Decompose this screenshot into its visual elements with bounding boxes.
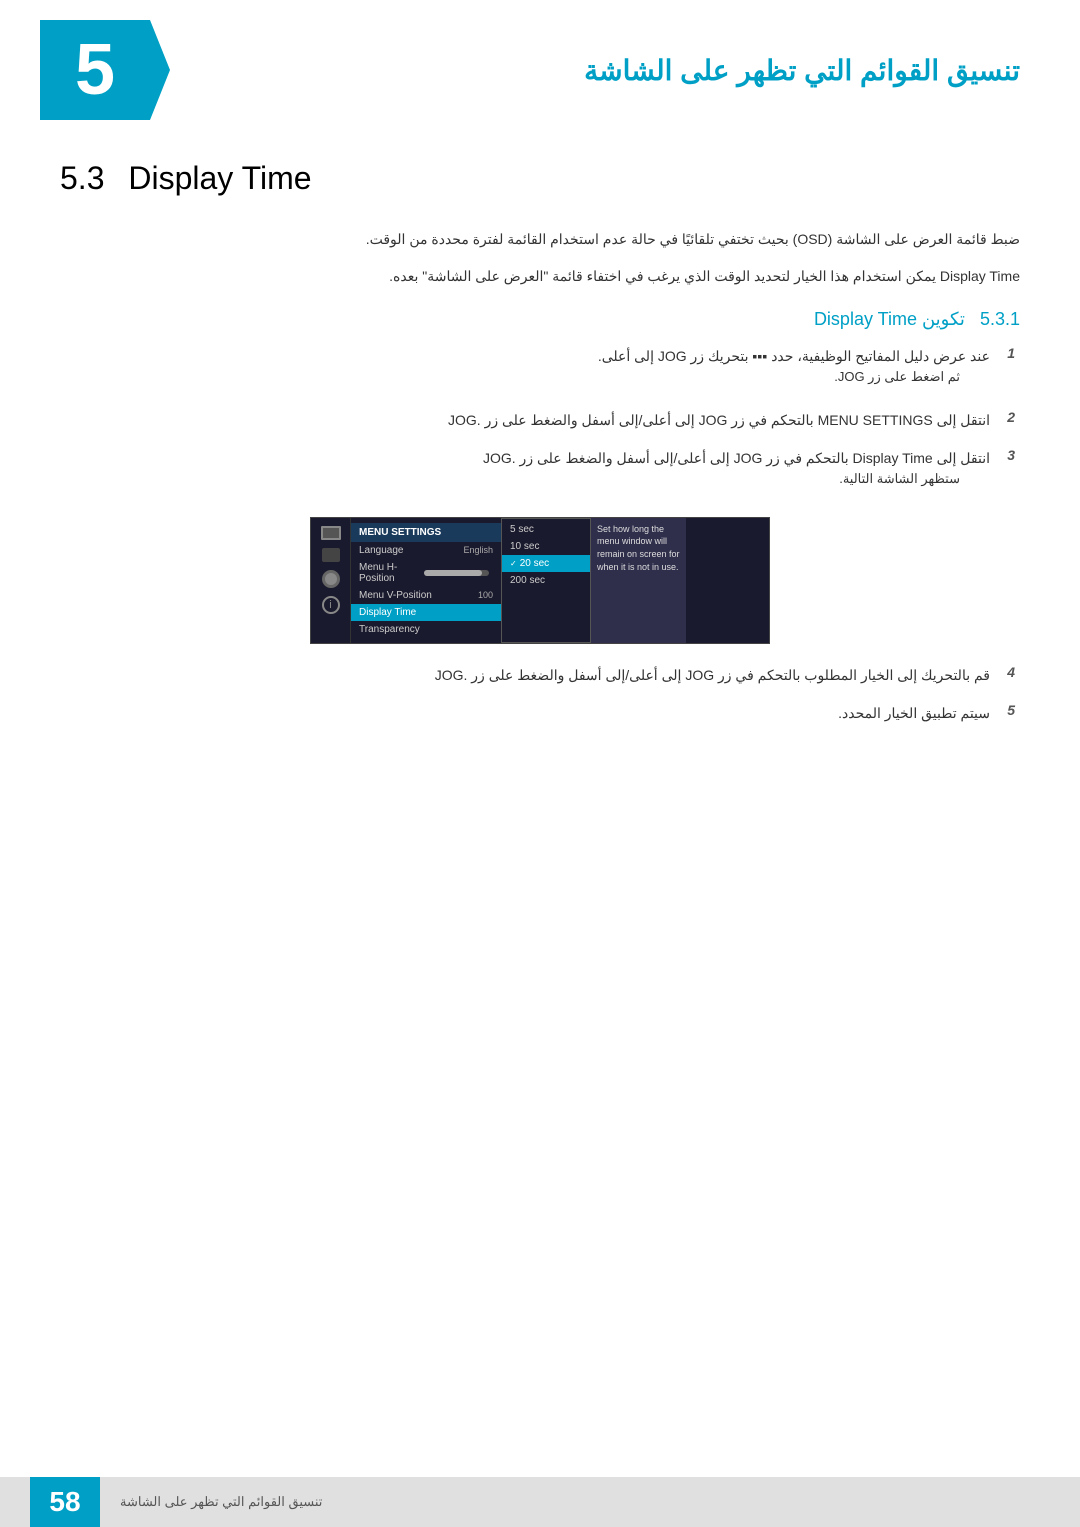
step-1-subtext: ثم اضغط على زر JOG. <box>60 369 960 385</box>
osd-item-language: Language English <box>351 542 501 559</box>
steps-list: 1 عند عرض دليل المفاتيح الوظيفية، حدد ▪▪… <box>60 345 1020 496</box>
step-1-number: 1 <box>990 345 1020 361</box>
main-content: 5.3 Display Time ضبط قائمة العرض على الش… <box>0 130 1080 769</box>
osd-item-menu-h: Menu H-Position <box>351 559 501 587</box>
step-4: 4 قم بالتحريك إلى الخيار المطلوب بالتحكم… <box>60 664 1020 688</box>
step-3-number: 3 <box>990 447 1020 463</box>
step-4-number: 4 <box>990 664 1020 680</box>
section-title: 5.3 Display Time <box>60 160 1020 197</box>
osd-menu-header: MENU SETTINGS <box>351 523 501 542</box>
osd-brightness-icon <box>322 548 340 562</box>
osd-h-slider <box>424 570 489 576</box>
step-2: 2 انتقل إلى MENU SETTINGS بالتحكم في زر … <box>60 409 1020 433</box>
osd-monitor-icon <box>321 526 341 540</box>
step-5: 5 سيتم تطبيق الخيار المحدد. <box>60 702 1020 726</box>
step-2-number: 2 <box>990 409 1020 425</box>
osd-sub-10sec: 10 sec <box>502 538 590 555</box>
step-5-text: سيتم تطبيق الخيار المحدد. <box>60 702 990 726</box>
steps-list-2: 4 قم بالتحريك إلى الخيار المطلوب بالتحكم… <box>60 664 1020 726</box>
step-3: 3 انتقل إلى Display Time بالتحكم في زر J… <box>60 447 1020 497</box>
chapter-number: 5 <box>40 20 150 120</box>
intro-paragraph-1: ضبط قائمة العرض على الشاشة (OSD) بحيث تخ… <box>60 227 1020 252</box>
chapter-title: تنسيق القوائم التي تظهر على الشاشة <box>150 54 1040 87</box>
subsection-title: 5.3.1 تكوين Display Time <box>60 309 1020 330</box>
osd-sidebar: i <box>311 518 351 643</box>
step-5-number: 5 <box>990 702 1020 718</box>
page-header: تنسيق القوائم التي تظهر على الشاشة 5 <box>0 0 1080 130</box>
osd-sub-20sec: ✓ 20 sec <box>502 555 590 572</box>
step-1: 1 عند عرض دليل المفاتيح الوظيفية، حدد ▪▪… <box>60 345 1020 395</box>
footer-chapter-label: تنسيق القوائم التي تظهر على الشاشة <box>120 1494 322 1510</box>
osd-item-menu-v: Menu V-Position 100 <box>351 587 501 604</box>
osd-sub-5sec: 5 sec <box>502 521 590 538</box>
osd-main-menu: MENU SETTINGS Language English Menu H-Po… <box>351 518 501 643</box>
step-3-text: انتقل إلى Display Time بالتحكم في زر JOG… <box>60 447 990 471</box>
osd-info-icon: i <box>322 596 340 614</box>
intro-paragraph-2: Display Time يمكن استخدام هذا الخيار لتح… <box>60 264 1020 289</box>
osd-submenu: 5 sec 10 sec ✓ 20 sec 200 sec <box>501 518 591 643</box>
osd-settings-icon <box>322 570 340 588</box>
step-1-text: عند عرض دليل المفاتيح الوظيفية، حدد ▪▪▪ … <box>60 345 990 369</box>
step-4-text: قم بالتحريك إلى الخيار المطلوب بالتحكم ف… <box>60 664 990 688</box>
page-footer: 58 تنسيق القوائم التي تظهر على الشاشة <box>0 1477 1080 1527</box>
osd-sub-200sec: 200 sec <box>502 572 590 589</box>
step-3-subtext: ستظهر الشاشة التالية. <box>60 471 960 487</box>
osd-item-transparency: Transparency <box>351 621 501 638</box>
osd-screenshot: i MENU SETTINGS Language English Menu H-… <box>310 517 770 644</box>
osd-tooltip: Set how long the menu window will remain… <box>591 518 686 643</box>
section-name: Display Time <box>128 160 311 196</box>
step-2-text: انتقل إلى MENU SETTINGS بالتحكم في زر JO… <box>60 409 990 433</box>
section-number: 5.3 <box>60 160 104 196</box>
osd-item-display-time: Display Time <box>351 604 501 621</box>
footer-page-number: 58 <box>30 1477 100 1527</box>
